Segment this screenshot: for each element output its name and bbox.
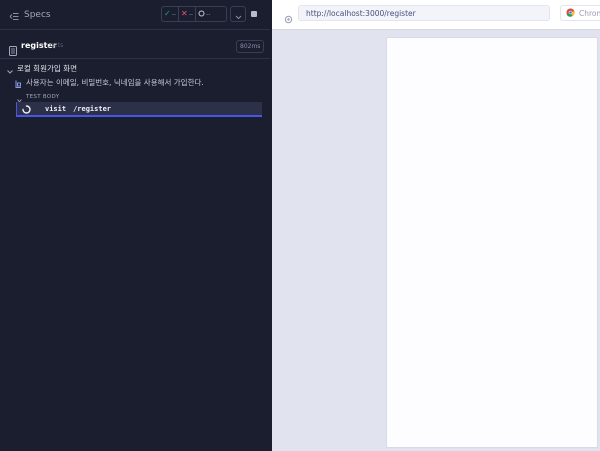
app-preview: http://localhost:3000/register Chrome bbox=[272, 0, 600, 451]
toggle-dropdown-button[interactable] bbox=[230, 6, 246, 22]
reporter-panel: Specs ✓ -- ✕ -- -- register .cy.ts 802ms… bbox=[0, 0, 270, 451]
url-text: http://localhost:3000/register bbox=[306, 8, 416, 18]
selector-playground-icon[interactable] bbox=[284, 9, 293, 28]
pending-stat: -- bbox=[195, 7, 212, 21]
check-icon: ✓ bbox=[164, 9, 171, 18]
duration-badge: 802ms bbox=[236, 40, 265, 53]
chevron-down-icon bbox=[235, 5, 242, 24]
test-title: 사용자는 이메일, 비밀번호, 닉네임을 사용해서 가입한다. bbox=[26, 77, 204, 87]
pending-count: -- bbox=[206, 10, 211, 18]
stop-button[interactable] bbox=[248, 6, 260, 22]
specs-list-icon bbox=[9, 6, 19, 25]
command-name: visit bbox=[45, 104, 67, 113]
command-row-visit[interactable]: visit /register bbox=[16, 102, 262, 117]
loading-spinner-icon bbox=[22, 99, 31, 118]
spec-extension: .cy.ts bbox=[48, 42, 64, 49]
browser-name: Chrome bbox=[579, 8, 600, 18]
pending-circle-icon bbox=[198, 10, 205, 19]
document-icon bbox=[9, 41, 17, 60]
failed-stat: ✕ -- bbox=[178, 7, 195, 21]
test-row[interactable]: 사용자는 이메일, 비밀번호, 닉네임을 사용해서 가입한다. bbox=[15, 76, 204, 88]
url-field[interactable]: http://localhost:3000/register bbox=[298, 5, 550, 21]
test-stats: ✓ -- ✕ -- -- bbox=[161, 6, 227, 22]
passed-stat: ✓ -- bbox=[162, 7, 178, 21]
stop-icon bbox=[251, 11, 257, 17]
url-bar: http://localhost:3000/register Chrome bbox=[272, 0, 600, 30]
x-icon: ✕ bbox=[181, 9, 188, 18]
chrome-icon bbox=[566, 8, 575, 19]
application-frame[interactable] bbox=[387, 38, 597, 447]
passed-count: -- bbox=[171, 10, 177, 18]
section-title: TEST BODY bbox=[26, 94, 60, 100]
specs-button[interactable]: Specs bbox=[9, 7, 51, 23]
suite-title: 로컬 회원가입 화면 bbox=[17, 63, 77, 73]
browser-selector[interactable]: Chrome bbox=[560, 5, 600, 21]
spec-header: register .cy.ts 802ms bbox=[0, 35, 270, 59]
command-message: /register bbox=[73, 104, 112, 113]
failed-count: -- bbox=[188, 10, 194, 18]
specs-label: Specs bbox=[24, 10, 51, 20]
chevron-down-icon bbox=[7, 59, 13, 78]
reporter-header: Specs ✓ -- ✕ -- -- bbox=[0, 0, 270, 30]
